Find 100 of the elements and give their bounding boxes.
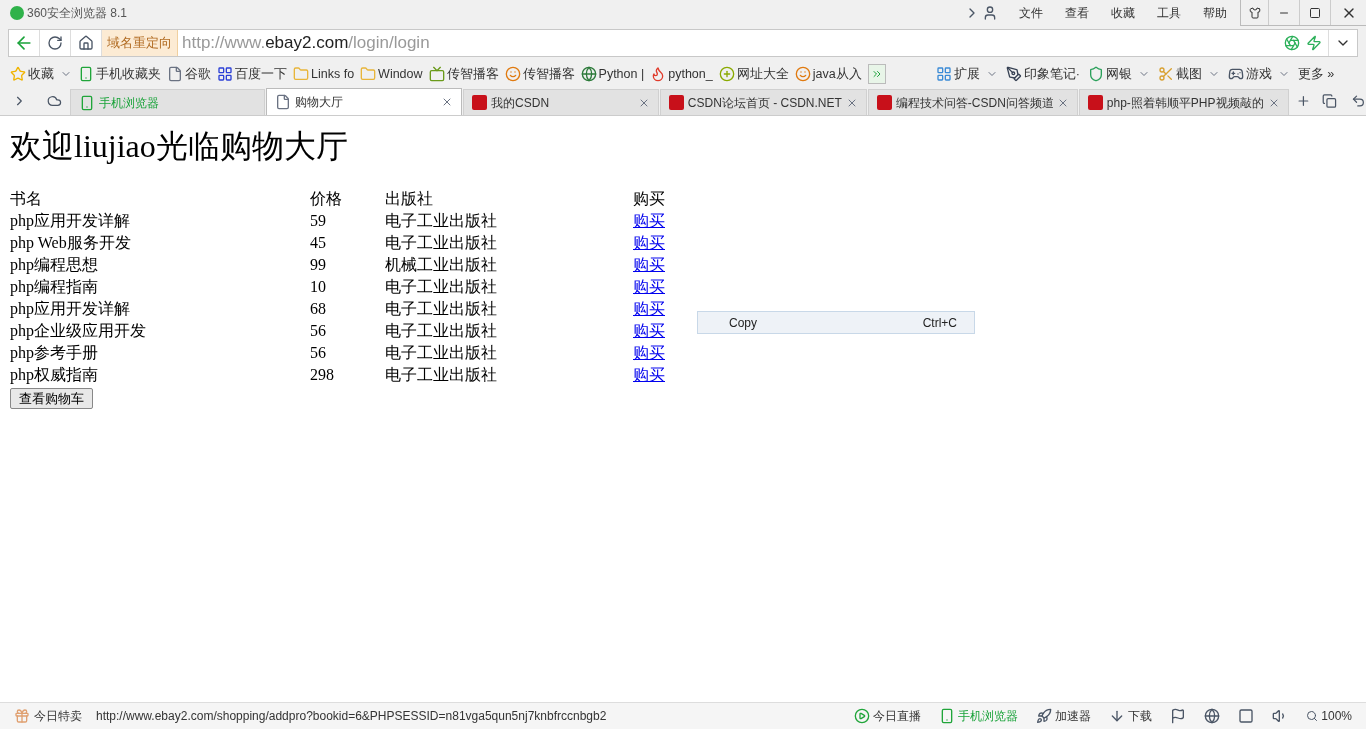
table-cell-text: php编程思想 (10, 255, 99, 276)
table-cell-text: 45 (310, 233, 327, 253)
table-cell-text: php应用开发详解 (10, 211, 131, 232)
scissors-icon (1157, 66, 1174, 82)
status-item[interactable]: 加速器 (1036, 707, 1092, 725)
extension-item[interactable]: 印象笔记· (1005, 64, 1080, 84)
table-cell-text: 机械工业出版社 (385, 255, 498, 275)
bookmark-item[interactable]: 谷歌 (167, 64, 211, 84)
status-item[interactable]: 今日直播 (854, 707, 922, 725)
csdn-logo-icon (668, 95, 684, 110)
extension-item[interactable]: 扩展 (935, 64, 998, 84)
play-icon (854, 708, 871, 724)
table-cell-text: 电子工业出版社 (385, 211, 498, 231)
browser-tab[interactable]: 编程技术问答-CSDN问答频道 (867, 89, 1078, 115)
gift-icon (14, 708, 30, 724)
browser-logo-icon (10, 6, 24, 20)
table-cell-text: 298 (310, 365, 335, 385)
extension-item[interactable]: 网银 (1087, 64, 1150, 84)
folder-icon (360, 66, 377, 82)
cloud-icon[interactable] (46, 93, 62, 109)
table-cell-text: 99 (310, 255, 327, 275)
table-cell-text: 电子工业出版社 (385, 343, 498, 363)
window-title: 360安全浏览器 8.1 (27, 5, 128, 22)
column-header: 出版社 (385, 189, 434, 209)
table-cell-text: php权威指南 (10, 365, 99, 386)
bookmark-item[interactable]: Window (360, 64, 423, 84)
menu-item[interactable]: 文件 (1019, 4, 1043, 22)
page-heading: 欢迎liujiao光临购物大厅 (10, 127, 349, 166)
gamepad-icon (1227, 66, 1244, 82)
csdn-logo-icon (876, 95, 892, 110)
table-cell-text: php参考手册 (10, 343, 99, 364)
table-cell-text: 10 (310, 277, 327, 297)
csdn-logo-icon (472, 95, 488, 110)
view-cart-button[interactable]: 查看购物车 (10, 388, 93, 409)
folder-icon (293, 66, 309, 82)
bookmark-item[interactable]: 传智播客 (504, 64, 575, 84)
column-header: 书名 (10, 189, 43, 209)
bookmark-item[interactable]: 收藏 (10, 64, 72, 84)
table-cell-text: 电子工业出版社 (385, 365, 498, 385)
buy-link[interactable]: 购买 (633, 364, 665, 386)
buy-link[interactable]: 购买 (633, 320, 665, 342)
bookmark-item[interactable]: 百度一下 (217, 64, 287, 84)
table-cell-text: php Web服务开发 (10, 233, 132, 254)
extension-item[interactable]: 游戏 (1227, 64, 1290, 84)
maximize-icon (1309, 6, 1321, 19)
menu-item[interactable]: 查看 (1065, 4, 1089, 22)
promo-link[interactable]: 今日特卖 (34, 707, 82, 725)
table-cell-text: 电子工业出版社 (385, 233, 498, 253)
page-icon (275, 94, 292, 110)
browser-tab[interactable]: 购物大厅 (266, 88, 463, 115)
face-icon (504, 66, 521, 82)
column-header: 购买 (633, 189, 666, 209)
user-icon[interactable] (982, 5, 998, 21)
buy-link[interactable]: 购买 (633, 210, 665, 232)
shield-icon (1087, 66, 1104, 82)
window-icon[interactable] (1238, 708, 1255, 724)
extension-item[interactable]: 更多 » (1297, 64, 1335, 84)
phone-icon (78, 66, 94, 82)
browser-tab[interactable]: CSDN论坛首页 - CSDN.NET (659, 89, 867, 115)
csdn-logo-icon (1087, 95, 1103, 110)
bookmark-item[interactable]: java从入 (794, 64, 862, 84)
tabs-list-icon[interactable] (1322, 93, 1338, 109)
menu-item[interactable]: 收藏 (1111, 4, 1135, 22)
table-cell-text: 电子工业出版社 (385, 277, 498, 297)
rocket-icon (1036, 708, 1053, 724)
buy-link[interactable]: 购买 (633, 254, 665, 276)
table-cell-text: php编程指南 (10, 277, 99, 298)
bookmark-item[interactable]: python_ (650, 64, 713, 84)
pen-icon (1005, 66, 1022, 82)
globe-icon (580, 66, 597, 82)
extension-item[interactable]: 截图 (1157, 64, 1220, 84)
flag-icon[interactable] (1170, 708, 1187, 724)
status-url: http://www.ebay2.com/shopping/addpro?bookid=6&PHPSESSID=n81vga5qun5nj7knbfrccnbgb2 (96, 708, 607, 725)
buy-link[interactable]: 购买 (633, 342, 665, 364)
table-cell-text: 电子工业出版社 (385, 299, 498, 319)
bookmark-item[interactable]: 手机收藏夹 (78, 64, 161, 84)
buy-link[interactable]: 购买 (633, 276, 665, 298)
menu-item[interactable]: 工具 (1157, 4, 1181, 22)
bookmark-item[interactable]: 网址大全 (718, 64, 789, 84)
browser-tab[interactable]: 我的CSDN (463, 89, 659, 115)
table-cell-text: 56 (310, 321, 327, 341)
buy-link[interactable]: 购买 (633, 232, 665, 254)
menu-item[interactable]: 帮助 (1203, 4, 1227, 22)
bookmark-item[interactable]: Python | (580, 64, 645, 84)
search-icon[interactable] (1306, 710, 1319, 722)
tv-icon (428, 66, 445, 82)
bookmark-item[interactable]: Links fo (293, 64, 355, 84)
table-cell-text: php企业级应用开发 (10, 321, 147, 342)
table-cell-text: 59 (310, 211, 327, 231)
status-item[interactable]: 下载 (1109, 707, 1153, 725)
bookmark-item[interactable]: 传智播客 (428, 64, 499, 84)
zoom-level[interactable]: 100% (1321, 707, 1352, 725)
browser-tab[interactable]: php-照着韩顺平PHP视频敲的 (1078, 89, 1289, 115)
plus-icon (718, 66, 735, 82)
menu-item[interactable]: Copy Ctrl+C (698, 313, 974, 332)
buy-link[interactable]: 购买 (633, 298, 665, 320)
table-cell-text: 电子工业出版社 (385, 321, 498, 341)
face-icon (794, 66, 811, 82)
undo-icon[interactable] (1351, 93, 1366, 109)
double-chevron-icon (870, 68, 883, 80)
